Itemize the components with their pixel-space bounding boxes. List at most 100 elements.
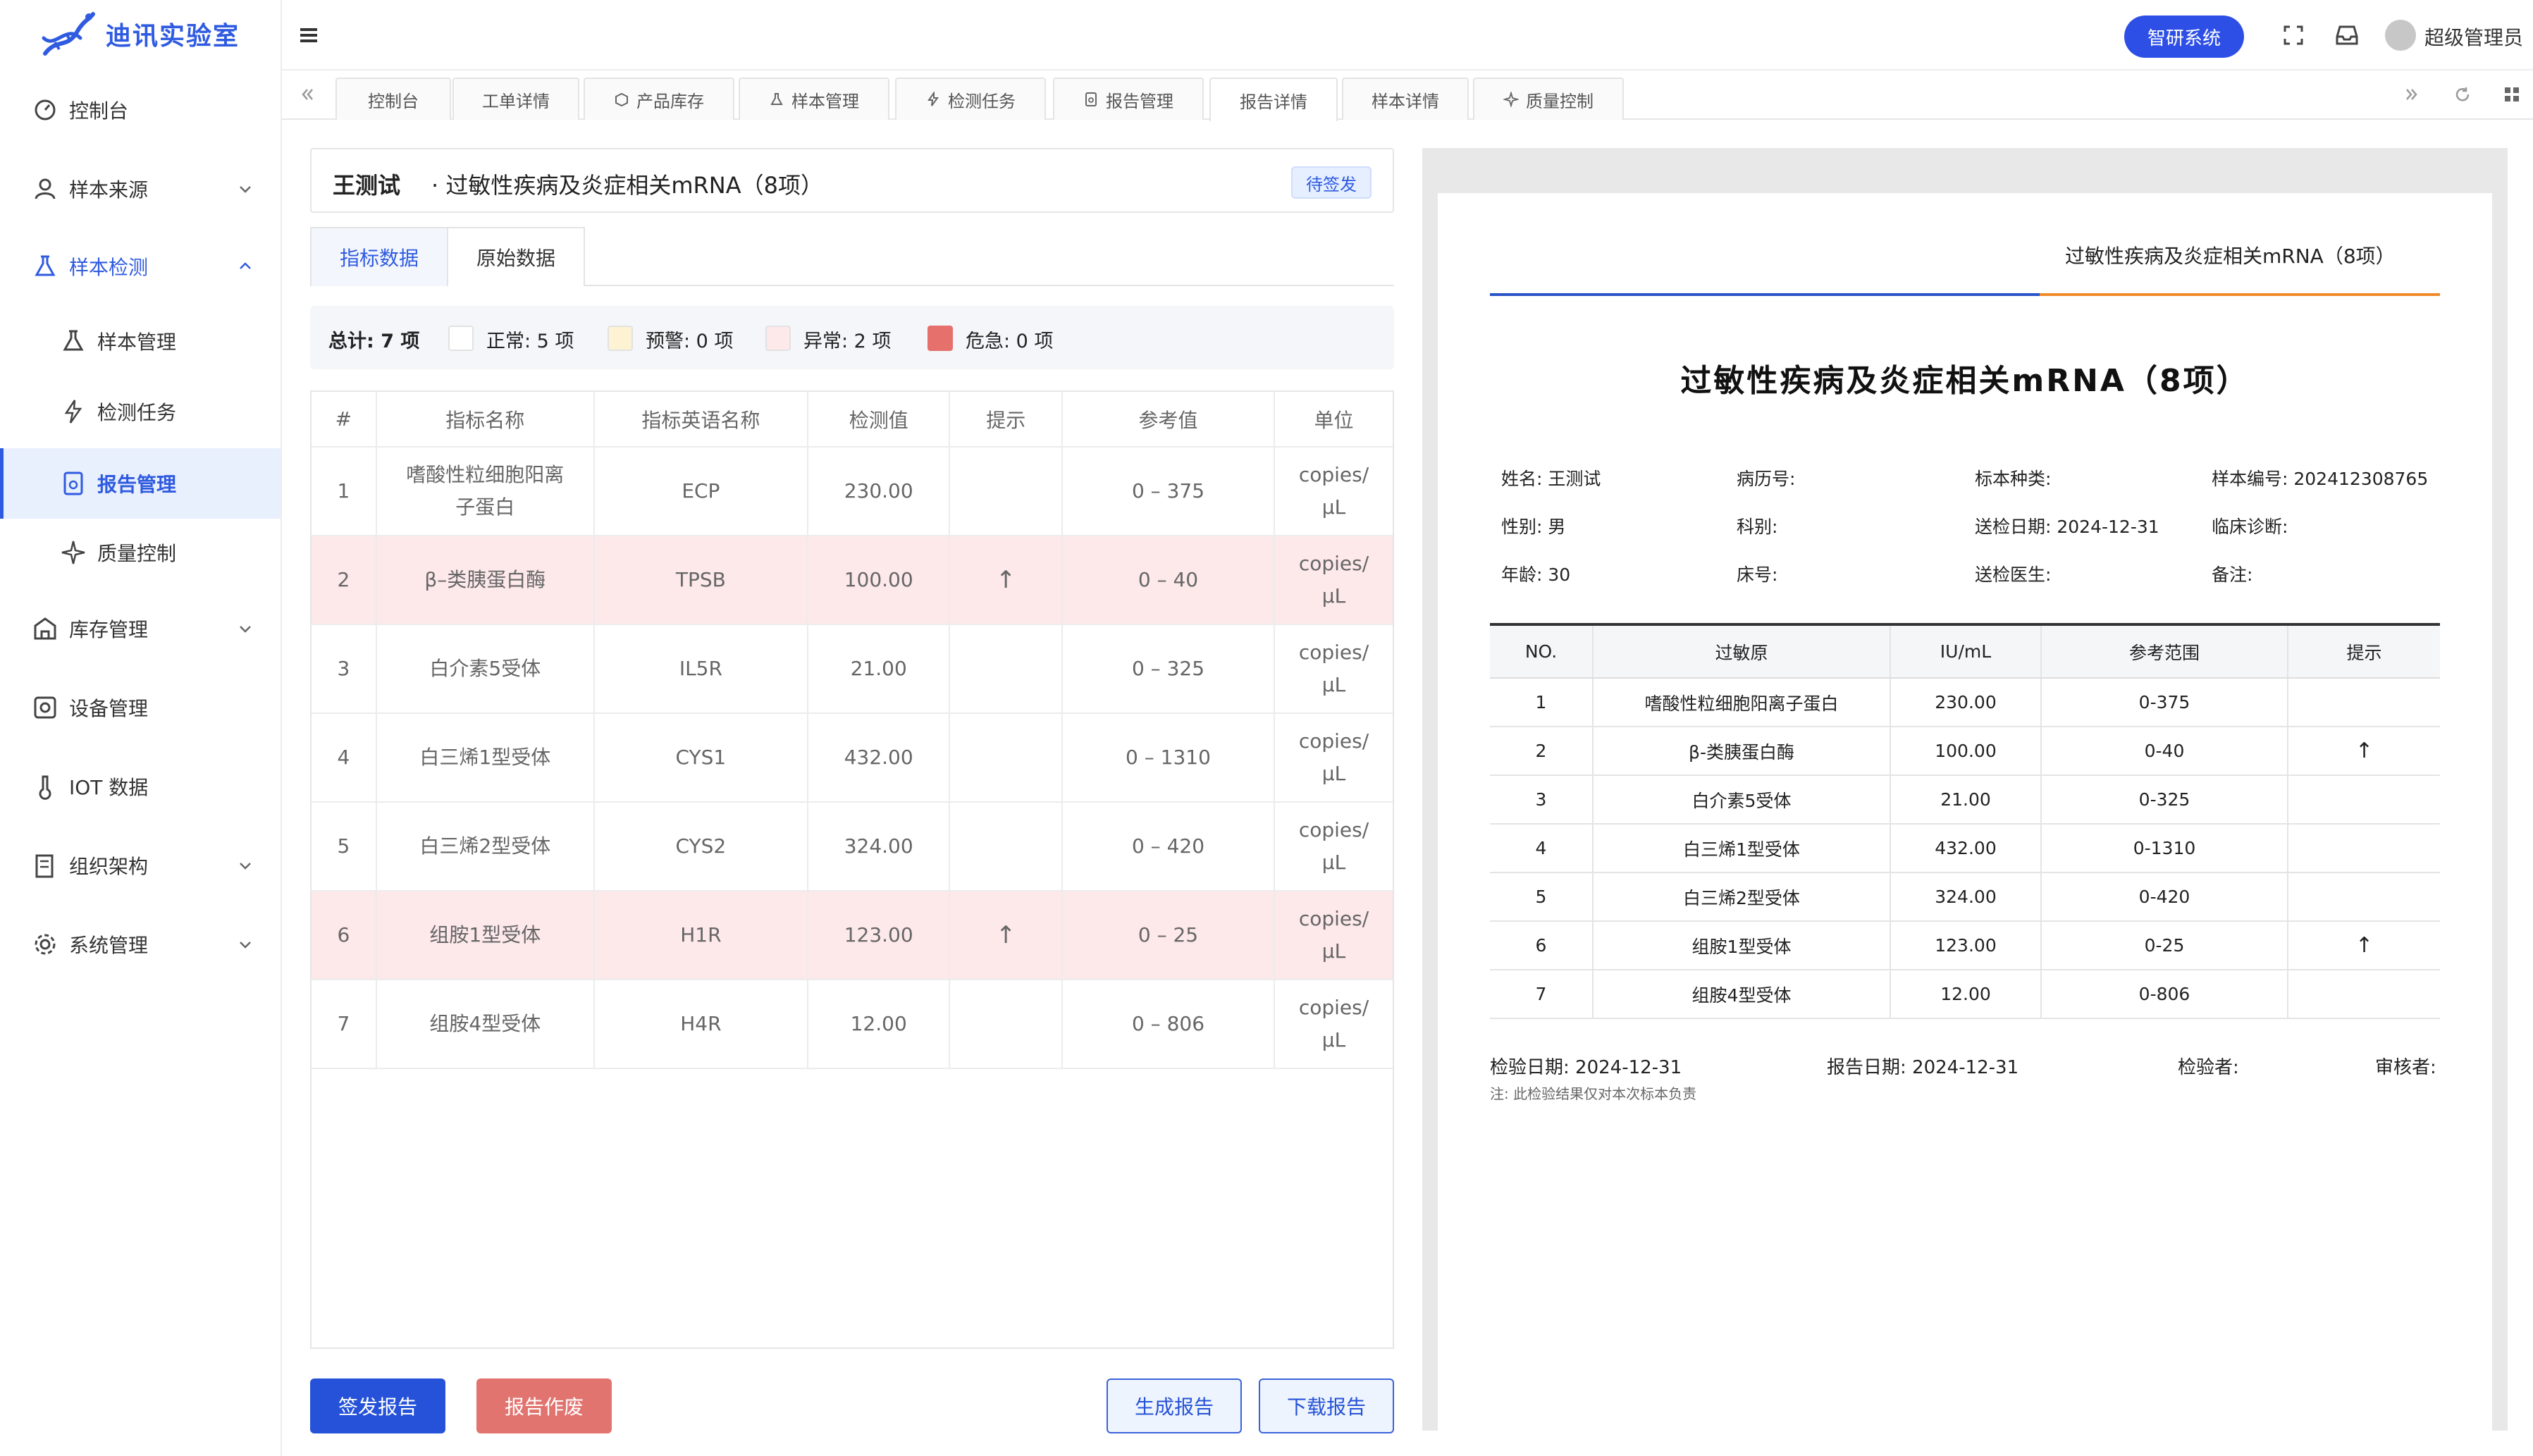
sidebar-item-label: 库存管理	[69, 618, 149, 641]
generate-report-button[interactable]: 生成报告	[1107, 1378, 1242, 1433]
footer-tester: 检验者:	[2178, 1057, 2239, 1078]
void-report-button[interactable]: 报告作废	[476, 1378, 612, 1433]
table-row[interactable]: 6 组胺1型受体 H1R 123.00 ↑ 0 – 25 copies/μL	[312, 891, 1393, 980]
tab-sample-detail[interactable]: 样本详情	[1342, 78, 1469, 120]
column-header: 过敏原	[1593, 623, 1891, 679]
download-report-button[interactable]: 下载报告	[1259, 1378, 1394, 1433]
sidebar-item-label: 质量控制	[97, 542, 177, 565]
tab-report-management[interactable]: 报告管理	[1053, 78, 1204, 120]
flag-up-icon: ↑	[2288, 727, 2440, 776]
info-remarks: 备注:	[2212, 564, 2253, 585]
sidebar-item-iot-data[interactable]: IOT 数据	[0, 753, 281, 820]
scroll-tabs-left-icon[interactable]	[297, 85, 317, 104]
tab-indicator-data[interactable]: 指标数据	[310, 227, 448, 286]
table-row[interactable]: 1 嗜酸性粒细胞阳离子蛋白 ECP 230.00 0 – 375 copies/μL	[312, 447, 1393, 536]
table-row[interactable]: 4 白三烯1型受体 CYS1 432.00 0 – 1310 copies/μL	[312, 713, 1393, 803]
header-rule-orange	[2040, 293, 2440, 296]
sidebar-item-dashboard[interactable]: 控制台	[0, 76, 281, 144]
sidebar-item-quality-control[interactable]: 质量控制	[0, 519, 281, 586]
column-header: 指标名称	[376, 392, 595, 448]
user-icon	[35, 178, 56, 199]
chevron-up-icon	[240, 262, 251, 269]
device-icon	[34, 696, 56, 719]
sparkle-icon	[1503, 92, 1519, 107]
sidebar-item-test-tasks[interactable]: 检测任务	[0, 378, 281, 445]
sidebar-item-label: 设备管理	[69, 697, 149, 720]
sidebar-item-organization[interactable]: 组织架构	[0, 832, 281, 899]
table-row[interactable]: 7 组胺4型受体 H4R 12.00 0 – 806 copies/μL	[312, 980, 1393, 1069]
info-doctor: 送检医生:	[1975, 564, 2052, 585]
sidebar-item-inventory[interactable]: 库存管理	[0, 595, 281, 662]
info-diagnosis: 临床诊断:	[2212, 517, 2288, 537]
table-row[interactable]: 3 白介素5受体 IL5R 21.00 0 – 325 copies/μL	[312, 624, 1393, 714]
tabs-bar: 控制台 工单详情 产品库存 样本管理 检测任务 报告管理 报告详情 样本详情 质…	[282, 70, 2533, 121]
tab-test-tasks[interactable]: 检测任务	[895, 78, 1046, 120]
preview-results-table: NO. 过敏原 IU/mL 参考范围 提示 1 嗜酸性粒细胞阳离子蛋白 230.00…	[1490, 623, 2440, 1019]
sign-report-button[interactable]: 签发报告	[310, 1378, 445, 1433]
legend-swatch-abnormal	[765, 326, 791, 351]
inbox-icon[interactable]	[2333, 21, 2361, 49]
tab-raw-data[interactable]: 原始数据	[448, 227, 585, 286]
info-submit-date: 送检日期: 2024-12-31	[1975, 517, 2159, 537]
legend-swatch-critical	[927, 326, 953, 351]
summary-warning: 预警: 0 项	[646, 331, 734, 352]
table-row: 7 组胺4型受体 12.00 0-806	[1490, 970, 2440, 1019]
table-header-row: NO. 过敏原 IU/mL 参考范围 提示	[1490, 623, 2440, 679]
table-row: 4 白三烯1型受体 432.00 0-1310	[1490, 824, 2440, 873]
column-header: 单位	[1274, 392, 1393, 448]
app-logo[interactable]: 迪讯实验室	[0, 0, 281, 70]
tab-dashboard[interactable]: 控制台	[335, 78, 451, 120]
column-header: NO.	[1490, 623, 1594, 679]
table-row[interactable]: 2 β–类胰蛋白酶 TPSB 100.00 ↑ 0 – 40 copies/μL	[312, 536, 1393, 625]
tab-quality-control[interactable]: 质量控制	[1473, 78, 1624, 120]
report-icon	[1085, 92, 1097, 106]
scroll-tabs-right-icon[interactable]	[2402, 85, 2422, 104]
report-preview-frame[interactable]: 过敏性疾病及炎症相关mRNA（8项） 过敏性疾病及炎症相关mRNA（8项） 姓名…	[1422, 148, 2508, 1431]
footer-note: 注: 此检验结果仅对本次标本负责	[1490, 1085, 1697, 1102]
fullscreen-icon[interactable]	[2279, 21, 2307, 49]
page-scrollbar[interactable]	[2520, 120, 2529, 1456]
sidebar-item-label: 系统管理	[69, 934, 149, 957]
user-name[interactable]: 超级管理员	[2424, 23, 2523, 51]
chevron-down-icon	[240, 863, 251, 870]
menu-toggle-icon[interactable]	[295, 21, 323, 49]
info-sample-no: 样本编号: 202412308765	[2212, 469, 2429, 489]
patient-name: 王测试	[333, 172, 401, 199]
tab-sample-management[interactable]: 样本管理	[739, 78, 889, 120]
tab-product-inventory[interactable]: 产品库存	[584, 78, 734, 120]
column-header: 指标英语名称	[593, 392, 808, 448]
refresh-icon[interactable]	[2453, 85, 2472, 104]
chevron-down-icon	[240, 186, 251, 193]
sidebar-item-sample-management[interactable]: 样本管理	[0, 307, 281, 375]
sidebar-item-report-management[interactable]: 报告管理	[0, 448, 281, 519]
sidebar-item-label: IOT 数据	[69, 776, 149, 799]
summary-critical: 危急: 0 项	[966, 331, 1054, 352]
app-name: 迪讯实验室	[106, 22, 240, 51]
info-gender: 性别: 男	[1501, 517, 1566, 537]
sidebar-item-sample-testing[interactable]: 样本检测	[0, 233, 281, 300]
topbar: 智研系统 超级管理员	[282, 0, 2533, 70]
summary-bar: 总计: 7 项 正常: 5 项 预警: 0 项 异常: 2 项 危急: 0 项	[310, 306, 1394, 369]
sidebar-item-label: 样本来源	[69, 178, 149, 202]
table-row: 2 β-类胰蛋白酶 100.00 0-40 ↑	[1490, 727, 2440, 776]
tab-report-detail[interactable]: 报告详情	[1209, 78, 1338, 121]
report-title: · 过敏性疾病及炎症相关mRNA（8项）	[431, 172, 823, 199]
lightning-icon	[64, 400, 82, 424]
report-header: 王测试 · 过敏性疾病及炎症相关mRNA（8项） 待签发	[310, 148, 1394, 213]
tab-work-order-detail[interactable]: 工单详情	[452, 78, 579, 120]
grid-icon[interactable]	[2502, 85, 2522, 104]
info-age: 年龄: 30	[1501, 564, 1571, 585]
avatar[interactable]	[2385, 20, 2416, 51]
table-row[interactable]: 5 白三烯2型受体 CYS2 324.00 0 – 420 copies/μL	[312, 802, 1393, 892]
info-department: 科别:	[1737, 517, 1778, 537]
dna-logo-icon	[42, 12, 95, 56]
sidebar-item-system[interactable]: 系统管理	[0, 911, 281, 978]
subtab-divider	[585, 285, 1394, 286]
system-switch-button[interactable]: 智研系统	[2124, 16, 2244, 58]
preview-title: 过敏性疾病及炎症相关mRNA（8项）	[1680, 363, 2250, 399]
table-header-row: # 指标名称 指标英语名称 检测值 提示 参考值 单位	[312, 392, 1393, 448]
sidebar-item-devices[interactable]: 设备管理	[0, 674, 281, 741]
sidebar-item-label: 检测任务	[97, 401, 177, 424]
sidebar-item-sample-source[interactable]: 样本来源	[0, 155, 281, 223]
info-specimen-type: 标本种类:	[1975, 469, 2052, 489]
